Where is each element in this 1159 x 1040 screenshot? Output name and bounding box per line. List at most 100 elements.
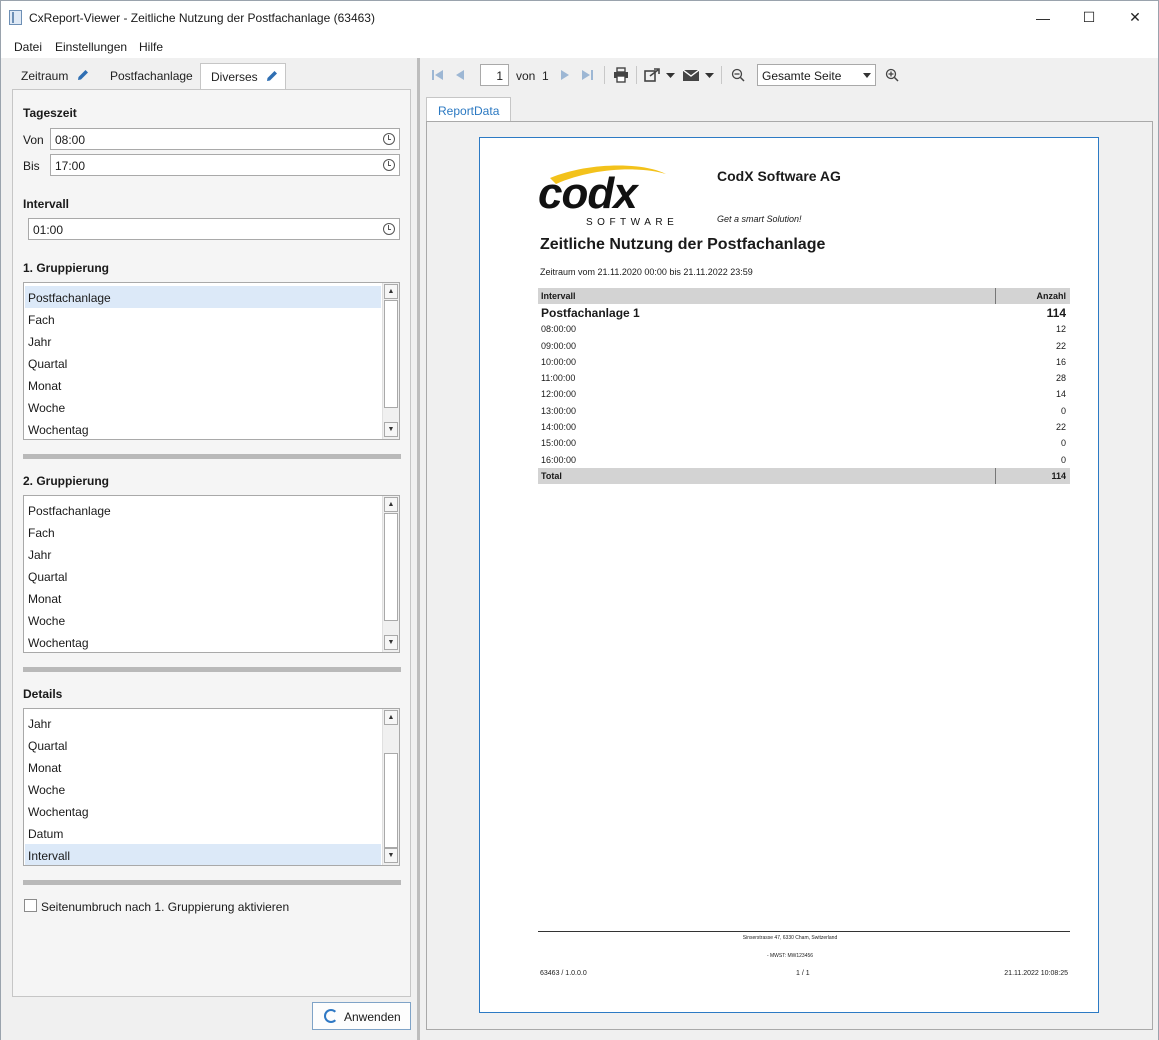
scroll-thumb[interactable] xyxy=(384,753,398,848)
list-item[interactable]: Intervall xyxy=(25,844,381,865)
scroll-down-icon[interactable]: ▼ xyxy=(384,848,398,863)
scroll-down-icon[interactable]: ▼ xyxy=(384,422,398,437)
list-item[interactable]: Wochentag xyxy=(25,418,381,439)
clock-icon[interactable] xyxy=(383,159,395,171)
list-item[interactable]: Quartal xyxy=(25,734,381,756)
zoom-value: Gesamte Seite xyxy=(762,69,842,83)
list-item[interactable]: Wochentag xyxy=(25,631,381,652)
tab-reportdata[interactable]: ReportData xyxy=(426,97,511,122)
scroll-up-icon[interactable]: ▲ xyxy=(384,497,398,512)
list-item[interactable]: Postfachanlage xyxy=(25,499,381,521)
page-number-input[interactable]: 1 xyxy=(480,64,509,86)
list-item[interactable]: Postfachanlage xyxy=(25,286,381,308)
chevron-down-icon[interactable] xyxy=(863,73,871,78)
last-page-icon[interactable] xyxy=(580,68,594,82)
print-icon[interactable] xyxy=(613,67,629,83)
list-item[interactable]: Jahr xyxy=(25,330,381,352)
gruppierung1-list[interactable]: Postfachanlage Fach Jahr Quartal Monat W… xyxy=(23,282,400,440)
bis-value: 17:00 xyxy=(55,159,86,173)
report-viewer: 1 von 1 Gesamte Seite ReportData codx SO… xyxy=(422,58,1158,1040)
details-title: Details xyxy=(23,687,63,701)
export-icon[interactable] xyxy=(644,67,660,83)
row-interval: 11:00:00 xyxy=(541,373,576,384)
splitter[interactable] xyxy=(23,667,401,672)
footer-page-count: 1 / 1 xyxy=(796,970,810,977)
toolbar-separator xyxy=(636,66,637,84)
list-item[interactable]: Quartal xyxy=(25,565,381,587)
list-item[interactable]: Woche xyxy=(25,609,381,631)
list-item[interactable]: Datum xyxy=(25,822,381,844)
scroll-thumb[interactable] xyxy=(384,513,398,621)
von-value: 08:00 xyxy=(55,133,86,147)
scroll-up-icon[interactable]: ▲ xyxy=(384,284,398,299)
list-scrollbar[interactable]: ▲ ▼ xyxy=(382,709,399,865)
pagebreak-label[interactable]: Seitenumbruch nach 1. Gruppierung aktivi… xyxy=(41,900,289,914)
footer-address: Sinserstrasse 47, 6330 Cham, Switzerland xyxy=(742,935,838,941)
first-page-icon[interactable] xyxy=(431,68,445,82)
gruppierung2-list[interactable]: Postfachanlage Fach Jahr Quartal Monat W… xyxy=(23,495,400,653)
list-item[interactable]: Monat xyxy=(25,756,381,778)
list-item[interactable]: Monat xyxy=(25,587,381,609)
row-count: 12 xyxy=(1055,324,1066,335)
row-interval: 14:00:00 xyxy=(541,422,577,433)
intervall-time-input[interactable]: 01:00 xyxy=(28,218,400,240)
maximize-button[interactable]: ☐ xyxy=(1066,1,1112,34)
scroll-up-icon[interactable]: ▲ xyxy=(384,710,398,725)
previous-page-icon[interactable] xyxy=(453,68,467,82)
menu-einstellungen[interactable]: Einstellungen xyxy=(55,40,127,54)
list-item[interactable]: Quartal xyxy=(25,352,381,374)
minimize-button[interactable]: — xyxy=(1020,1,1066,34)
codx-logo: codx SOFTWARE xyxy=(538,165,674,226)
column-header-anzahl: Anzahl xyxy=(1036,291,1066,301)
clock-icon[interactable] xyxy=(383,133,395,145)
next-page-icon[interactable] xyxy=(558,68,572,82)
bis-time-input[interactable]: 17:00 xyxy=(50,154,400,176)
table-row: 13:00:00 0 xyxy=(538,403,1070,419)
zoom-in-icon[interactable] xyxy=(885,68,899,82)
details-list[interactable]: Jahr Quartal Monat Woche Wochentag Datum… xyxy=(23,708,400,866)
splitter[interactable] xyxy=(23,454,401,459)
gruppierung2-title: 2. Gruppierung xyxy=(23,474,110,488)
pane-splitter[interactable] xyxy=(415,58,422,1040)
list-item[interactable]: Wochentag xyxy=(25,800,381,822)
clock-icon[interactable] xyxy=(383,223,395,235)
tab-zeitraum[interactable]: Zeitraum xyxy=(21,63,101,89)
list-item[interactable]: Jahr xyxy=(25,712,381,734)
von-time-input[interactable]: 08:00 xyxy=(50,128,400,150)
table-row: 16:00:00 0 xyxy=(538,452,1070,468)
tab-diverses[interactable]: Diverses xyxy=(200,63,286,90)
list-item[interactable]: Monat xyxy=(25,374,381,396)
intervall-value: 01:00 xyxy=(33,223,64,237)
list-scrollbar[interactable]: ▲ ▼ xyxy=(382,283,399,439)
list-item[interactable]: Woche xyxy=(25,396,381,418)
company-slogan: Get a smart Solution! xyxy=(717,214,802,224)
zoom-select[interactable]: Gesamte Seite xyxy=(757,64,876,86)
pagebreak-checkbox[interactable] xyxy=(24,899,37,912)
apply-label: Anwenden xyxy=(344,1010,401,1024)
chevron-down-icon[interactable] xyxy=(666,73,675,79)
menu-hilfe[interactable]: Hilfe xyxy=(139,40,163,54)
menu-datei[interactable]: Datei xyxy=(14,40,42,54)
scroll-thumb[interactable] xyxy=(384,300,398,408)
list-item[interactable]: Jahr xyxy=(25,543,381,565)
splitter[interactable] xyxy=(23,880,401,885)
tab-postfachanlage[interactable]: Postfachanlage xyxy=(110,63,200,89)
diverses-panel: Tageszeit Von 08:00 Bis 17:00 Intervall … xyxy=(12,89,411,997)
row-interval: 08:00:00 xyxy=(541,324,577,335)
close-button[interactable]: ✕ xyxy=(1112,1,1158,34)
list-item[interactable]: Fach xyxy=(25,308,381,330)
scroll-down-icon[interactable]: ▼ xyxy=(384,635,398,650)
list-item[interactable]: Fach xyxy=(25,521,381,543)
row-count: 16 xyxy=(1055,356,1066,367)
list-item[interactable]: Woche xyxy=(25,778,381,800)
apply-button[interactable]: Anwenden xyxy=(312,1002,411,1030)
chevron-down-icon[interactable] xyxy=(705,73,714,79)
row-count: 0 xyxy=(1060,454,1066,465)
mail-icon[interactable] xyxy=(683,68,699,82)
pencil-icon xyxy=(77,70,88,80)
group-label: Postfachanlage 1 xyxy=(541,306,640,321)
of-label: von xyxy=(516,69,536,83)
report-table: Intervall Anzahl Postfachanlage 1 114 08… xyxy=(538,288,1070,485)
list-scrollbar[interactable]: ▲ ▼ xyxy=(382,496,399,652)
zoom-out-icon[interactable] xyxy=(731,68,745,82)
